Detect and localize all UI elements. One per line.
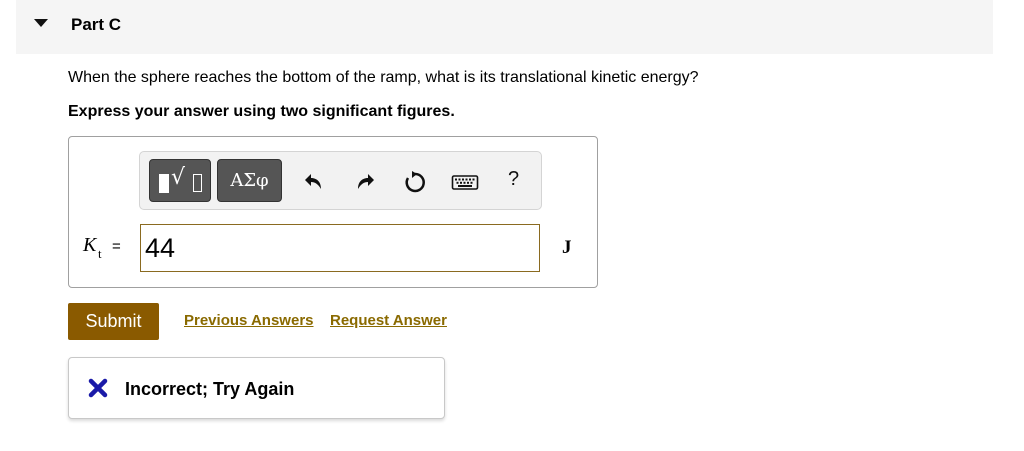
feedback-text: Incorrect; Try Again [125,379,295,399]
undo-icon[interactable] [302,170,326,194]
submit-button[interactable]: Submit [68,303,159,340]
keyboard-icon[interactable] [451,170,479,194]
math-toolbar: √ ΑΣφ ? [139,151,542,210]
instruction-text: Express your answer using two significan… [68,103,455,120]
variable-subscript: t [98,246,102,261]
answer-input[interactable]: 44 [140,224,540,272]
triangle-down-icon[interactable] [34,19,48,27]
symbols-button[interactable]: ΑΣφ [217,159,282,202]
request-answer-link[interactable]: Request Answer [330,312,447,329]
previous-answers-link[interactable]: Previous Answers [184,312,314,329]
variable-label: K [83,234,97,256]
unit-label: J [562,237,572,258]
part-title: Part C [71,15,122,34]
part-header[interactable] [16,0,993,54]
question-text: When the sphere reaches the bottom of th… [68,69,699,86]
reset-icon[interactable] [403,170,427,194]
answer-value: 44 [145,233,176,263]
feedback-box: Incorrect; Try Again [68,357,445,419]
equals-sign: = [112,238,121,255]
templates-icon[interactable]: √ [149,159,211,202]
redo-icon[interactable] [353,170,377,194]
help-button[interactable]: ? [508,168,519,191]
x-icon [88,378,108,398]
